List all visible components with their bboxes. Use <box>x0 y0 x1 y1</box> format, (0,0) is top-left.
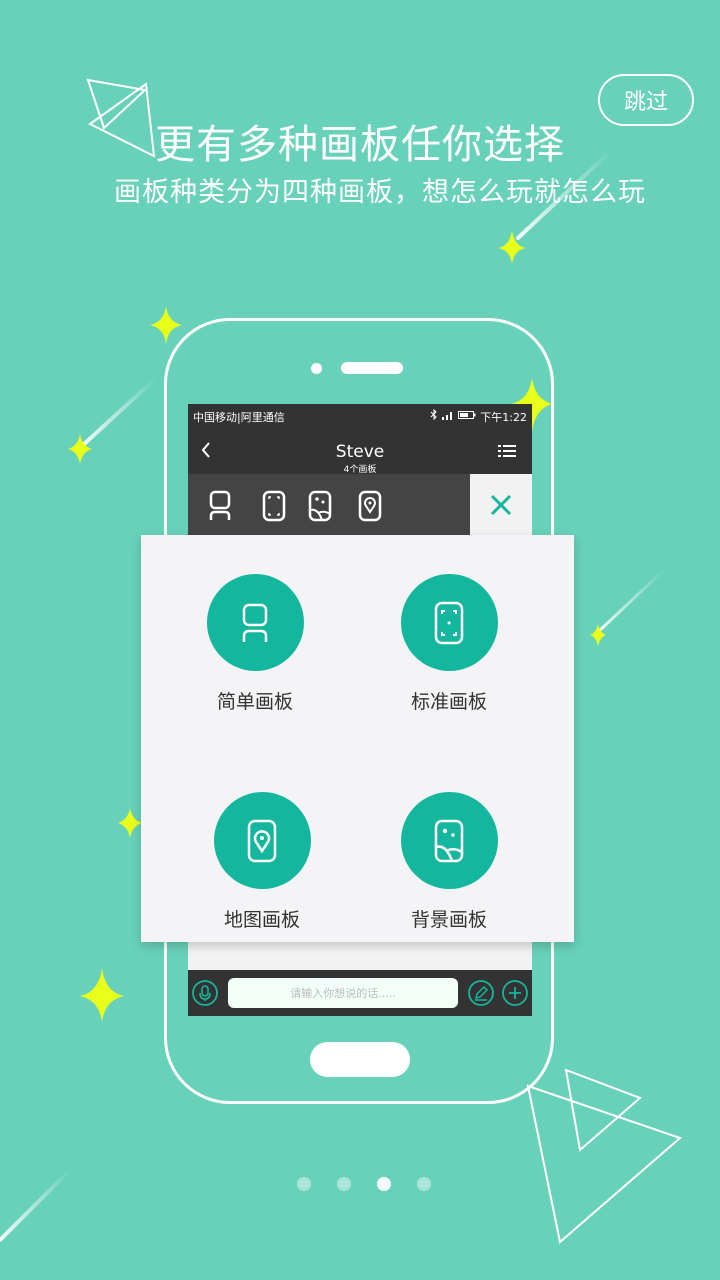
board-type-panel: 简单画板 标准画板 地图画板 背景画板 <box>141 535 574 942</box>
status-icons <box>430 409 476 420</box>
plus-icon[interactable] <box>502 980 528 1006</box>
pager-dot-active[interactable] <box>377 1177 391 1191</box>
map-pin-board-icon[interactable] <box>358 490 382 522</box>
list-menu-icon[interactable] <box>498 444 516 458</box>
phone-camera <box>311 363 322 374</box>
carrier-label: 中国移动|阿里通信 <box>193 411 285 424</box>
triangle-outline-icon <box>526 1068 682 1244</box>
standard-board-button[interactable] <box>400 574 498 671</box>
person-board-icon[interactable] <box>208 490 232 522</box>
option-standard-board[interactable]: 标准画板 <box>369 574 529 714</box>
landscape-board-icon[interactable] <box>308 490 332 522</box>
background-board-label: 背景画板 <box>410 909 487 931</box>
page-title: 更有多种画板任你选择 <box>155 122 565 168</box>
simple-board-button[interactable] <box>206 574 304 671</box>
phone-speaker <box>341 362 403 374</box>
bluetooth-icon <box>430 409 437 420</box>
message-input[interactable]: 请输入你想说的话..... <box>228 978 458 1008</box>
option-background-board[interactable]: 背景画板 <box>369 792 529 932</box>
frame-board-icon[interactable] <box>262 490 286 522</box>
phone-home-button <box>310 1042 410 1077</box>
pager-dot[interactable] <box>417 1177 431 1191</box>
nav-bar: Steve 4个画板 <box>188 428 532 475</box>
simple-board-label: 简单画板 <box>216 691 293 713</box>
board-type-strip <box>188 474 470 536</box>
map-board-label: 地图画板 <box>223 909 300 931</box>
map-pin-board-icon <box>247 819 277 862</box>
background-board-button[interactable] <box>400 792 498 889</box>
option-map-board[interactable]: 地图画板 <box>182 792 342 932</box>
frame-board-icon <box>434 601 464 644</box>
chat-input-bar: 请输入你想说的话..... <box>188 970 532 1016</box>
nav-title: Steve <box>335 442 385 462</box>
battery-icon <box>458 410 476 419</box>
landscape-board-icon <box>434 819 464 862</box>
pencil-icon[interactable] <box>468 980 494 1006</box>
clock-label: 下午1:22 <box>480 411 527 424</box>
page-subtitle: 画板种类分为四种画板，想怎么玩就怎么玩 <box>114 177 646 208</box>
pager-dot[interactable] <box>297 1177 311 1191</box>
pager-dot[interactable] <box>337 1177 351 1191</box>
close-strip-button[interactable] <box>470 474 532 536</box>
status-bar: 中国移动|阿里通信 下午1:22 <box>188 404 532 428</box>
standard-board-label: 标准画板 <box>410 691 487 713</box>
microphone-icon[interactable] <box>192 980 218 1006</box>
signal-icon <box>442 411 452 420</box>
person-board-icon <box>242 603 268 642</box>
map-board-button[interactable] <box>213 792 311 889</box>
option-simple-board[interactable]: 简单画板 <box>175 574 335 714</box>
close-icon <box>490 494 512 516</box>
